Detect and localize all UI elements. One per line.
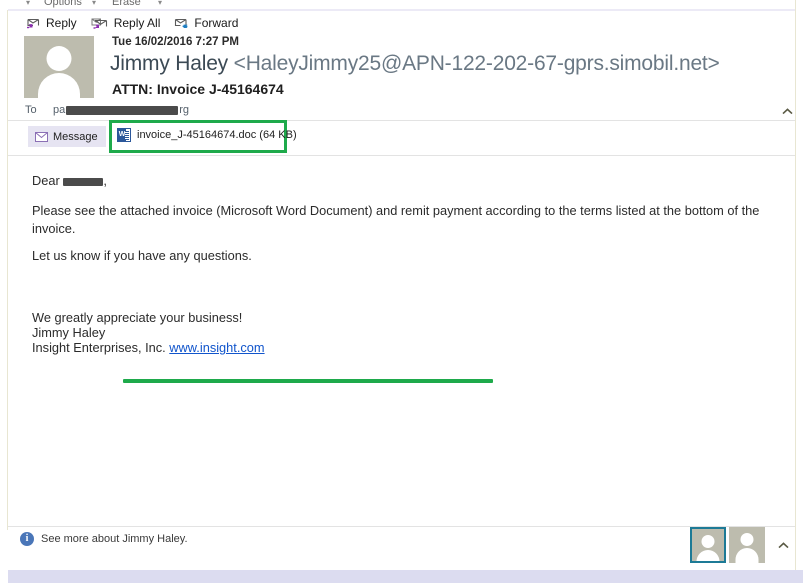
reply-toolbar: Reply Reply All Forward (8, 12, 238, 34)
see-more-about-sender[interactable]: i See more about Jimmy Haley. (20, 532, 188, 546)
person-body (696, 550, 720, 561)
window-bottom-band (0, 570, 803, 583)
reply-button[interactable]: Reply (26, 16, 77, 30)
people-pane (690, 527, 793, 563)
forward-label: Forward (194, 16, 239, 30)
reply-all-button[interactable]: Reply All (91, 16, 161, 30)
cut-off-ribbon-strip: ▾ Options ▾ Erase ▾ (0, 0, 803, 9)
signature-website-link[interactable]: www.insight.com (169, 340, 264, 355)
people-pane-collapse-chevron[interactable] (773, 527, 793, 563)
chevron-up-icon (781, 107, 793, 114)
footer-bar: i See more about Jimmy Haley. (8, 527, 795, 567)
sender-line: Jimmy Haley <HaleyJimmy25@APN-122-202-67… (110, 52, 720, 76)
avatar-head (46, 46, 72, 71)
person-head (740, 533, 754, 546)
info-icon: i (20, 532, 34, 546)
cut-ribbon-item-erase[interactable]: Erase (112, 0, 141, 8)
cut-ribbon-caret-left: ▾ (26, 0, 31, 7)
sender-name[interactable]: Jimmy Haley (110, 52, 228, 75)
to-label: To (25, 104, 37, 116)
forward-icon (174, 17, 189, 30)
see-more-label: See more about Jimmy Haley. (41, 533, 188, 545)
greeting-prefix: Dear (32, 173, 60, 188)
person-head (701, 535, 715, 548)
window-right-border (795, 0, 796, 583)
ribbon-divider (8, 9, 795, 11)
forward-button[interactable]: Forward (174, 16, 238, 30)
cut-ribbon-item-options[interactable]: Options (44, 0, 82, 8)
reply-label: Reply (46, 16, 77, 30)
sender-avatar (24, 36, 94, 98)
attachment-strip: Message W invoice_J-45164674.doc (64 KB) (8, 120, 795, 153)
window-left-border (7, 10, 8, 530)
to-recipient-suffix: rg (179, 104, 190, 116)
body-highlight-underline (123, 379, 493, 383)
outlook-reading-pane: ▾ Options ▾ Erase ▾ Reply Reply All Forw… (0, 0, 803, 583)
reply-all-label: Reply All (113, 16, 161, 30)
word-icon-lines (125, 131, 129, 140)
word-document-icon: W (117, 128, 131, 142)
avatar-body (38, 73, 80, 98)
to-recipient-prefix: pa (53, 104, 66, 116)
chevron-up-icon (777, 541, 789, 548)
body-paragraph-questions: Let us know if you have any questions. (32, 248, 252, 263)
reply-icon (26, 17, 41, 30)
attachment-chip[interactable]: W invoice_J-45164674.doc (64 KB) (117, 128, 297, 142)
sent-timestamp: Tue 16/02/2016 7:27 PM (112, 36, 239, 48)
greeting-suffix: , (103, 173, 107, 188)
tab-message-label: Message (53, 130, 98, 143)
redaction-bar-recipient (66, 105, 179, 115)
to-recipient[interactable]: pa rg (53, 104, 189, 116)
signature-company-name: Insight Enterprises, Inc. (32, 340, 166, 355)
envelope-icon (35, 131, 48, 142)
tab-message[interactable]: Message (28, 126, 106, 147)
body-paragraph-invoice: Please see the attached invoice (Microso… (32, 203, 760, 237)
person-thumbnail[interactable] (729, 527, 765, 563)
subject-line: ATTN: Invoice J-45164674 (112, 81, 284, 97)
cut-ribbon-caret-mid: ▾ (92, 0, 97, 7)
cut-ribbon-caret-right: ▾ (158, 0, 163, 7)
reply-all-icon (91, 17, 109, 30)
attachment-divider (8, 155, 795, 156)
header-collapse-chevron[interactable] (778, 102, 796, 120)
person-body (735, 548, 759, 563)
redaction-bar-greeting (63, 177, 104, 186)
attachment-filename: invoice_J-45164674.doc (64 KB) (137, 129, 297, 141)
window-bottom-left-gap (0, 567, 8, 583)
recipient-row: To pa rg (8, 102, 795, 122)
person-thumbnail-selected[interactable] (690, 527, 726, 563)
body-greeting: Dear , (32, 172, 107, 190)
body-signature-company: Insight Enterprises, Inc. www.insight.co… (32, 339, 265, 357)
sender-email-address[interactable]: <HaleyJimmy25@APN-122-202-67-gprs.simobi… (234, 52, 720, 75)
